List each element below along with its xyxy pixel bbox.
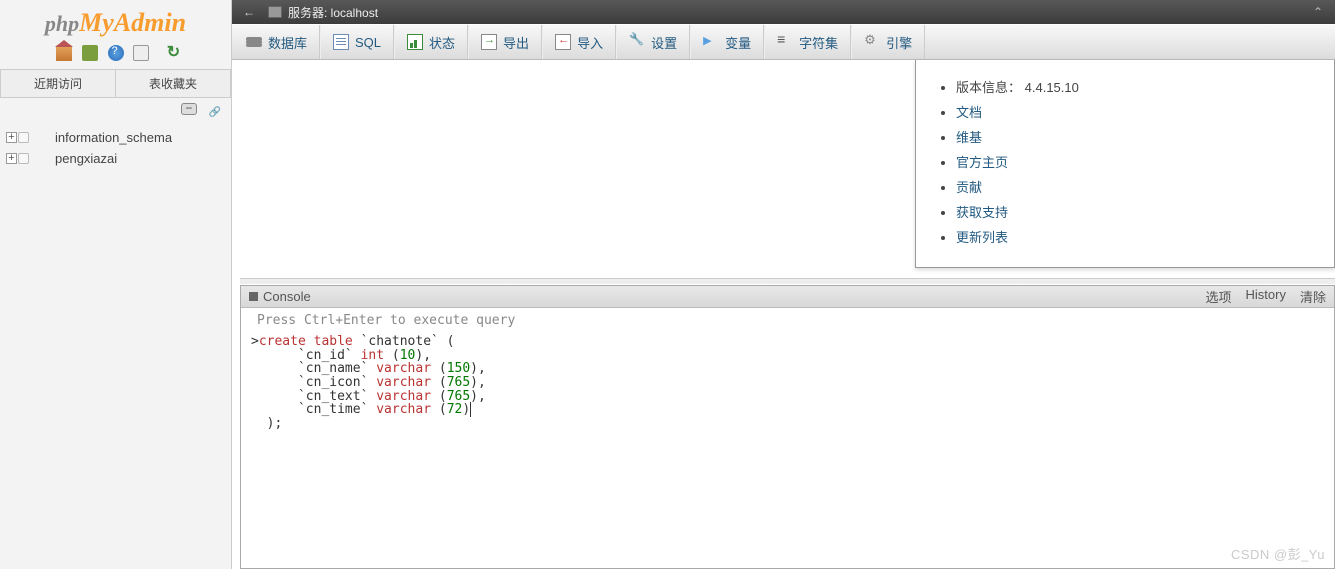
tab-recent[interactable]: 近期访问: [0, 69, 115, 97]
tab-export[interactable]: 导出: [468, 25, 542, 59]
settings-icon: [629, 34, 645, 50]
server-label[interactable]: 服务器: localhost: [288, 4, 378, 21]
tab-label: SQL: [355, 35, 381, 50]
charset-icon: [777, 34, 793, 50]
content-area: 版本信息： 4.4.15.10 文档 维基 官方主页 贡献 获取支持 更新列表 …: [232, 60, 1335, 569]
tab-favorites[interactable]: 表收藏夹: [115, 69, 231, 97]
link-contribute[interactable]: 贡献: [956, 180, 982, 195]
link-wiki[interactable]: 维基: [956, 130, 982, 145]
docs-icon[interactable]: [133, 45, 149, 61]
tab-label: 导入: [577, 33, 603, 52]
link-docs[interactable]: 文档: [956, 105, 982, 120]
console-toggle-icon[interactable]: [249, 292, 258, 301]
tab-label: 数据库: [268, 33, 307, 52]
databases-icon: [246, 37, 262, 41]
link-icon[interactable]: [205, 103, 221, 115]
quick-icons: [0, 40, 231, 69]
back-arrow-icon[interactable]: ←: [238, 5, 260, 19]
tab-databases[interactable]: 数据库: [234, 25, 320, 59]
console: Console 选项 History 清除 Press Ctrl+Enter t…: [240, 285, 1335, 569]
sidebar-tabs: 近期访问 表收藏夹: [0, 69, 231, 98]
db-name: information_schema: [55, 130, 172, 145]
console-header[interactable]: Console 选项 History 清除: [241, 286, 1334, 308]
collapse-toggle-icon[interactable]: ⌃: [1307, 5, 1329, 19]
info-panel: 版本信息： 4.4.15.10 文档 维基 官方主页 贡献 获取支持 更新列表: [915, 60, 1335, 268]
link-support[interactable]: 获取支持: [956, 205, 1008, 220]
tab-variables[interactable]: 变量: [690, 25, 764, 59]
tab-label: 导出: [503, 33, 529, 52]
database-icon: [35, 130, 51, 144]
console-hint: Press Ctrl+Enter to execute query: [241, 308, 1334, 333]
main-toolbar: 数据库 SQL 状态 导出 导入 设置 变量 字符集 引擎: [232, 24, 1335, 60]
help-icon[interactable]: [108, 45, 124, 61]
divider[interactable]: [240, 278, 1335, 284]
watermark: CSDN @彭_Yu: [1231, 544, 1325, 563]
tab-sql[interactable]: SQL: [320, 25, 394, 59]
variables-icon: [703, 34, 719, 50]
tree-item[interactable]: + pengxiazai: [6, 148, 225, 169]
import-icon: [555, 34, 571, 50]
main: ← 服务器: localhost ⌃ 数据库 SQL 状态 导出 导入 设置 变量 字符集 引擎…: [232, 0, 1335, 569]
tab-status[interactable]: 状态: [394, 25, 468, 59]
sidebar: phpMyAdmin 近期访问 表收藏夹 + information_schem…: [0, 0, 232, 569]
expand-icon[interactable]: +: [6, 153, 17, 164]
status-icon: [407, 34, 423, 50]
reload-icon[interactable]: [159, 45, 175, 61]
home-icon[interactable]: [56, 45, 72, 61]
tree-tools: [0, 98, 231, 123]
tab-label: 字符集: [799, 33, 838, 52]
server-icon: [268, 6, 282, 18]
collapse-icon[interactable]: [181, 103, 197, 115]
tab-settings[interactable]: 设置: [616, 25, 690, 59]
console-history[interactable]: History: [1246, 287, 1286, 306]
console-title: Console: [263, 289, 311, 304]
tab-label: 变量: [725, 33, 751, 52]
expand-icon[interactable]: +: [6, 132, 17, 143]
db-name: pengxiazai: [55, 151, 117, 166]
tab-label: 状态: [429, 33, 455, 52]
link-homepage[interactable]: 官方主页: [956, 155, 1008, 170]
export-icon: [481, 34, 497, 50]
logo[interactable]: phpMyAdmin: [0, 0, 231, 40]
db-tree: + information_schema + pengxiazai: [0, 123, 231, 173]
tab-label: 引擎: [886, 33, 912, 52]
console-editor[interactable]: >create table `chatnote` ( `cn_id` int (…: [241, 333, 1334, 440]
topbar: ← 服务器: localhost ⌃: [232, 0, 1335, 24]
console-clear[interactable]: 清除: [1300, 287, 1326, 306]
version-value: 4.4.15.10: [1025, 80, 1079, 95]
tree-link-icon[interactable]: [18, 153, 29, 164]
version-label: 版本信息：: [956, 80, 1021, 95]
database-icon: [35, 151, 51, 165]
tab-label: 设置: [651, 33, 677, 52]
link-changelog[interactable]: 更新列表: [956, 230, 1008, 245]
logout-icon[interactable]: [82, 45, 98, 61]
sql-icon: [333, 34, 349, 50]
logo-part1: php: [45, 11, 79, 36]
logo-part2: MyAdmin: [79, 8, 186, 37]
version-row: 版本信息： 4.4.15.10: [956, 74, 1312, 99]
console-options[interactable]: 选项: [1206, 287, 1232, 306]
engine-icon: [864, 34, 880, 50]
tab-charset[interactable]: 字符集: [764, 25, 851, 59]
tree-link-icon[interactable]: [18, 132, 29, 143]
tab-import[interactable]: 导入: [542, 25, 616, 59]
tab-engine[interactable]: 引擎: [851, 25, 925, 59]
tree-item[interactable]: + information_schema: [6, 127, 225, 148]
